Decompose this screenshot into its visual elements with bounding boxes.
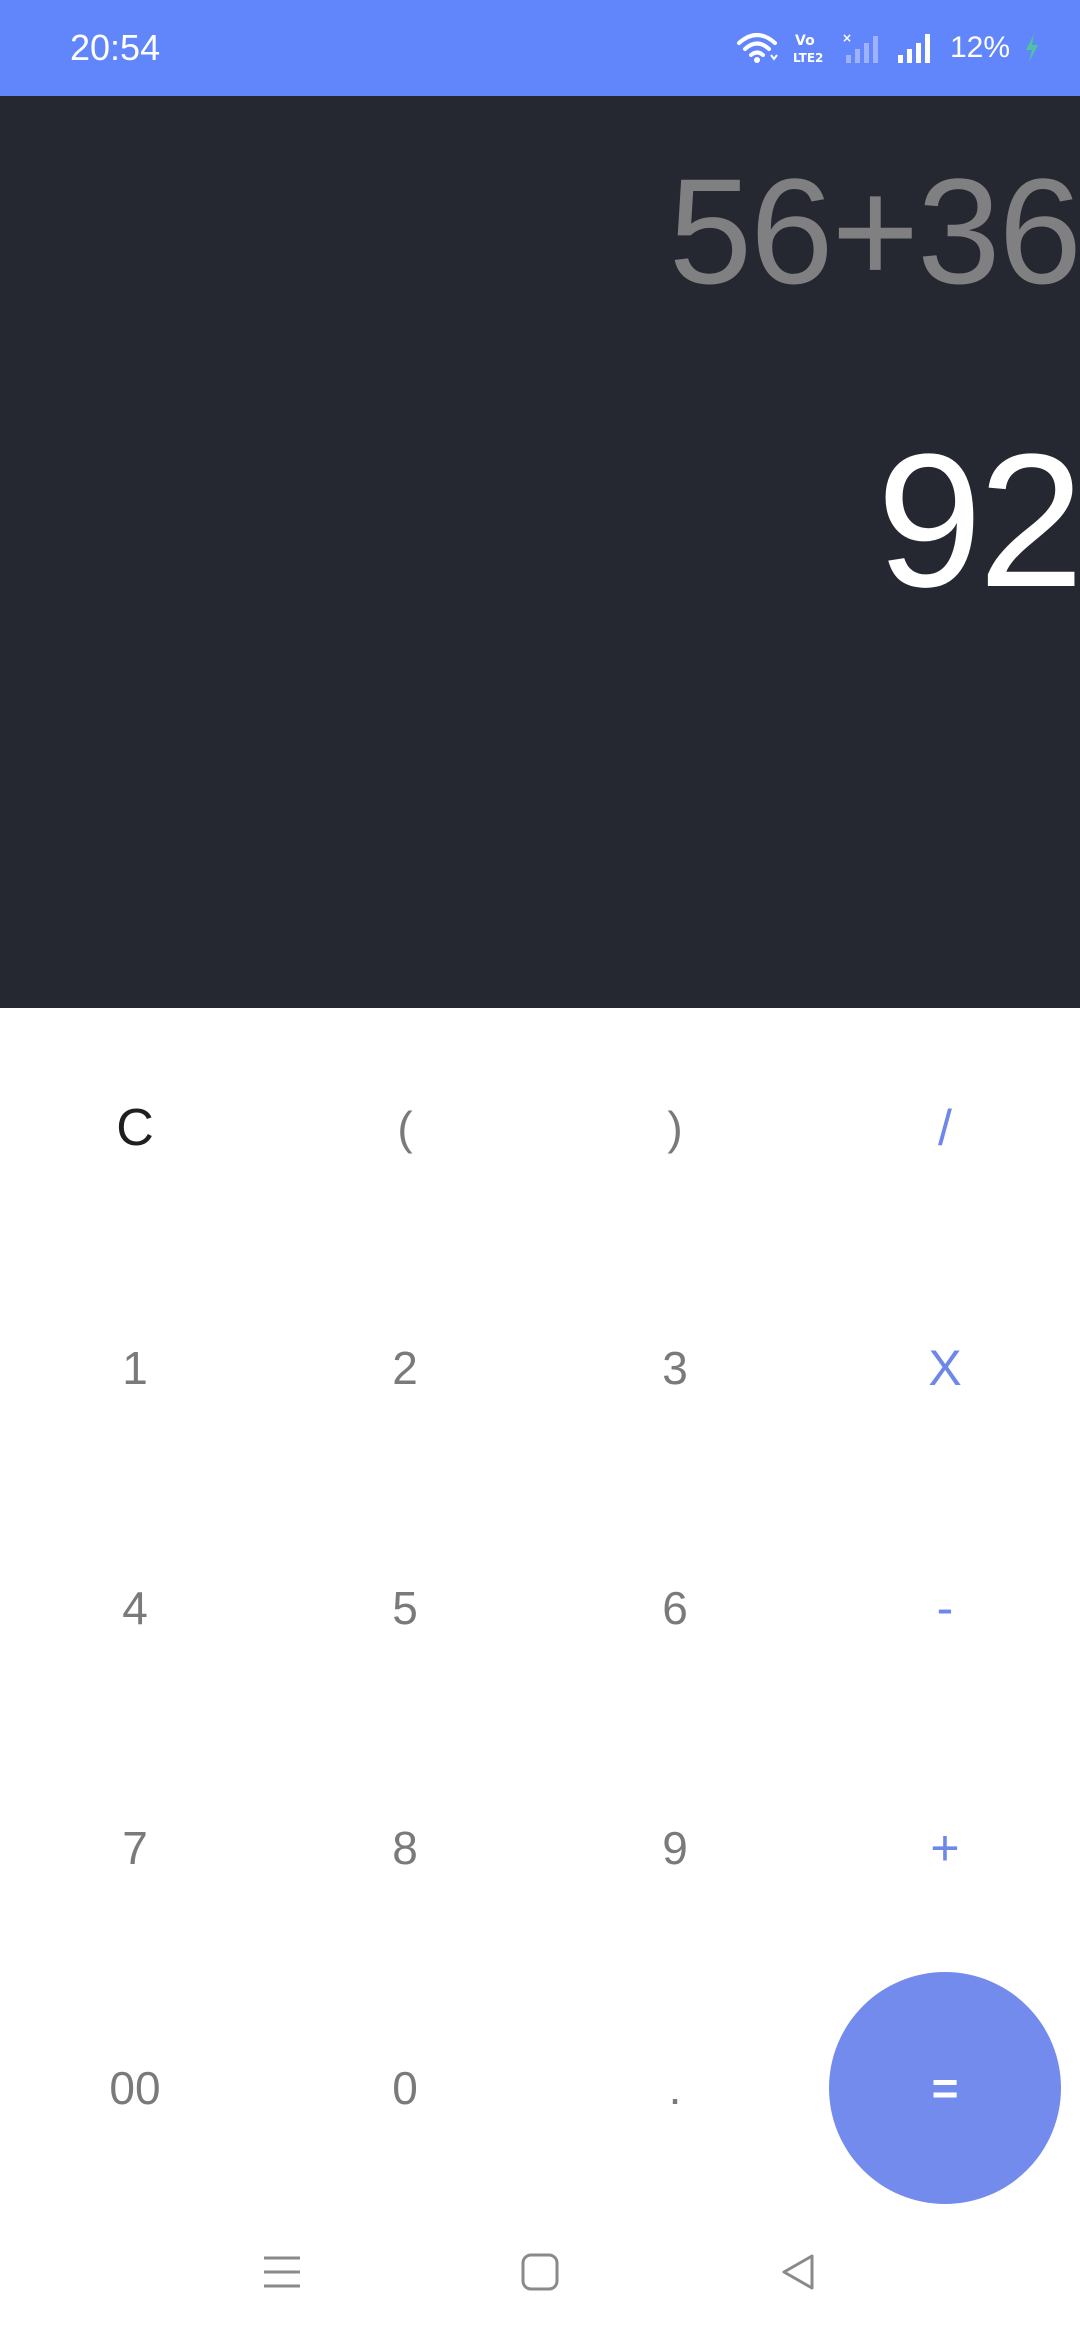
home-button[interactable]: [480, 2208, 600, 2340]
status-icons: Vo LTE2 × 12%: [736, 0, 1040, 96]
calculator-display: 56+36 92: [0, 96, 1080, 1008]
clear-button[interactable]: C: [0, 1008, 270, 1248]
sim1-no-signal-icon: ×: [842, 31, 882, 65]
divide-button[interactable]: /: [810, 1008, 1080, 1248]
close-paren-button[interactable]: ): [540, 1008, 810, 1248]
back-button[interactable]: [738, 2208, 858, 2340]
digit-5-button[interactable]: 5: [270, 1488, 540, 1728]
svg-text:×: ×: [842, 31, 852, 45]
add-button[interactable]: +: [810, 1728, 1080, 1968]
digit-6-button[interactable]: 6: [540, 1488, 810, 1728]
digit-3-button[interactable]: 3: [540, 1248, 810, 1488]
recent-apps-button[interactable]: [222, 2208, 342, 2340]
sim2-signal-icon: [896, 31, 936, 65]
svg-text:Vo: Vo: [795, 33, 815, 49]
wifi-icon: [736, 31, 778, 65]
digit-4-button[interactable]: 4: [0, 1488, 270, 1728]
digit-7-button[interactable]: 7: [0, 1728, 270, 1968]
status-time: 20:54: [70, 27, 161, 68]
multiply-button[interactable]: X: [810, 1248, 1080, 1488]
keypad: C ( ) / 1 2 3 X 4 5 6 - 7 8 9 + 00 0 . =: [0, 1008, 1080, 2208]
status-bar: 20:54 Vo LTE2 × 12%: [0, 0, 1080, 96]
battery-charging-icon: [1024, 33, 1040, 63]
double-zero-button[interactable]: 00: [0, 1968, 270, 2208]
digit-8-button[interactable]: 8: [270, 1728, 540, 1968]
battery-percent: 12%: [949, 31, 1010, 64]
svg-text:LTE2: LTE2: [793, 51, 823, 65]
open-paren-button[interactable]: (: [270, 1008, 540, 1248]
result-text: 92: [876, 415, 1080, 627]
equals-button[interactable]: =: [829, 1972, 1061, 2204]
digit-0-button[interactable]: 0: [270, 1968, 540, 2208]
recent-apps-icon: [262, 2254, 302, 2294]
navigation-bar: [0, 2208, 1080, 2340]
back-icon: [778, 2252, 818, 2296]
digit-1-button[interactable]: 1: [0, 1248, 270, 1488]
decimal-point-button[interactable]: .: [540, 1968, 810, 2208]
equals-key-area: =: [810, 1968, 1080, 2208]
expression-text: 56+36: [668, 147, 1080, 315]
digit-9-button[interactable]: 9: [540, 1728, 810, 1968]
home-icon: [520, 2252, 560, 2296]
subtract-button[interactable]: -: [810, 1488, 1080, 1728]
volte-icon: Vo LTE2: [792, 30, 828, 66]
digit-2-button[interactable]: 2: [270, 1248, 540, 1488]
